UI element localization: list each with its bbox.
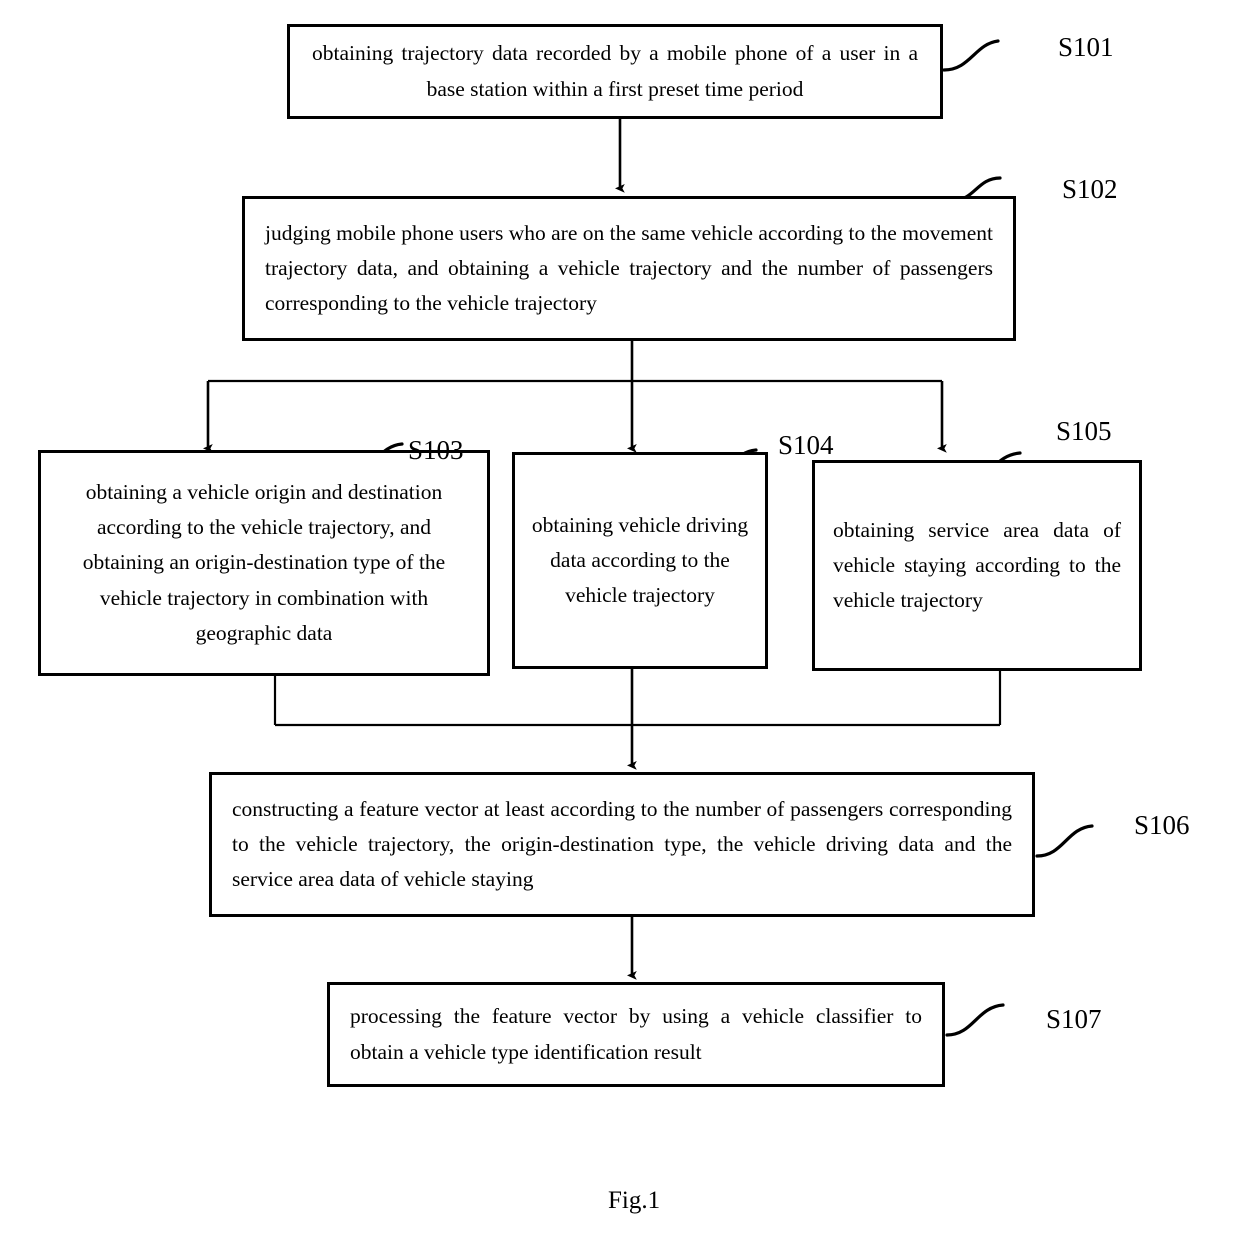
step-label-s101: S101 (1058, 32, 1114, 62)
step-box-s107[interactable]: processing the feature vector by using a… (327, 982, 945, 1087)
leader-s107 (945, 1003, 1005, 1037)
step-label-s102: S102 (1062, 174, 1118, 204)
step-box-s106[interactable]: constructing a feature vector at least a… (209, 772, 1035, 917)
step-box-s105[interactable]: obtaining service area data of vehicle s… (812, 460, 1142, 671)
step-label-s104: S104 (778, 430, 834, 460)
step-text-s103: obtaining a vehicle origin and destinati… (82, 480, 446, 645)
step-text-s101: obtaining trajectory data recorded by a … (312, 41, 918, 101)
step-text-s104: obtaining vehicle driving data according… (531, 512, 749, 608)
figure-caption: Fig.1 (608, 1187, 661, 1214)
step-label-s103: S103 (408, 435, 464, 465)
leader-s106 (1035, 824, 1094, 858)
step-text-s107: processing the feature vector by using a… (350, 1004, 922, 1064)
step-box-s102[interactable]: judging mobile phone users who are on th… (242, 196, 1016, 341)
step-text-s105: obtaining service area data of vehicle s… (833, 517, 1121, 613)
step-label-s105: S105 (1056, 416, 1112, 446)
step-box-s103[interactable]: obtaining a vehicle origin and destinati… (38, 450, 490, 676)
step-box-s101[interactable]: obtaining trajectory data recorded by a … (287, 24, 943, 119)
step-box-s104[interactable]: obtaining vehicle driving data according… (512, 452, 768, 669)
step-text-s102: judging mobile phone users who are on th… (265, 220, 993, 316)
connector-merge-to-s106 (273, 669, 1002, 770)
step-label-s106: S106 (1134, 810, 1190, 840)
figure-canvas: obtaining trajectory data recorded by a … (0, 0, 1240, 1255)
step-label-s107: S107 (1046, 1004, 1102, 1034)
leader-s101 (942, 39, 1000, 72)
step-text-s106: constructing a feature vector at least a… (232, 796, 1012, 892)
